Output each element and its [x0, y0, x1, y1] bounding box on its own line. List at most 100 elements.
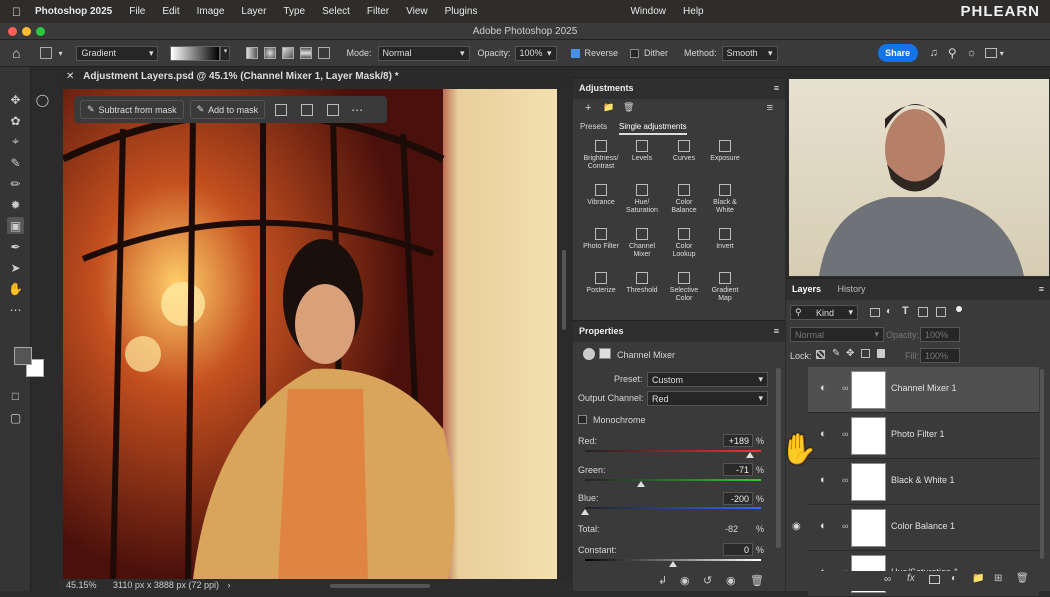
layer-mask-thumbnail[interactable] — [851, 371, 886, 409]
view-previous-icon[interactable]: ◉ — [680, 574, 690, 587]
layer-row[interactable]: ◉ ◐ ∞ Color Balance 1 — [792, 505, 1039, 551]
chevron-right-icon[interactable]: › — [227, 580, 230, 590]
lock-pixels-icon[interactable]: ✎ — [832, 348, 840, 359]
layer-mask-thumbnail[interactable] — [851, 463, 886, 501]
menu-view[interactable]: View — [406, 6, 428, 17]
close-window-button[interactable] — [8, 27, 17, 36]
menu-layer[interactable]: Layer — [241, 6, 266, 17]
filter-adjustment-icon[interactable]: ◐ — [886, 306, 892, 317]
blue-slider-track[interactable] — [585, 507, 761, 509]
green-slider-thumb[interactable] — [637, 481, 646, 487]
zoom-level[interactable]: 45.15% — [66, 580, 97, 590]
radial-gradient-icon[interactable] — [264, 47, 277, 59]
menu-type[interactable]: Type — [283, 6, 305, 17]
tab-history[interactable]: History — [838, 284, 866, 294]
quick-mask-icon[interactable]: □ — [7, 387, 24, 404]
document-canvas[interactable] — [63, 89, 557, 579]
horizontal-scrollbar[interactable] — [330, 584, 430, 588]
menu-edit[interactable]: Edit — [162, 6, 179, 17]
discover-icon[interactable]: ☼ — [967, 47, 977, 59]
trash-icon[interactable]: 🗑 — [623, 102, 634, 113]
search-icon[interactable]: ⚲ — [948, 46, 957, 60]
delete-layer-icon[interactable]: 🗑 — [1016, 573, 1029, 584]
menu-help[interactable]: Help — [683, 6, 704, 17]
minimize-window-button[interactable] — [22, 27, 31, 36]
constant-value-field[interactable]: 0 — [723, 543, 753, 556]
chevron-down-icon[interactable]: ▾ — [58, 49, 62, 58]
mask-icon[interactable] — [599, 348, 611, 359]
layer-filter-dropdown[interactable]: ⚲ Kind ▾ — [790, 305, 858, 320]
layer-mask-thumbnail[interactable] — [851, 417, 886, 455]
mode-dropdown[interactable]: Normal ▾ — [377, 45, 470, 61]
tab-presets[interactable]: Presets — [580, 122, 607, 131]
gradient-tool-icon[interactable]: ▣ — [7, 217, 24, 234]
panel-menu-icon[interactable]: ≡ — [1039, 279, 1044, 300]
folder-icon[interactable]: 📁 — [603, 102, 614, 113]
monochrome-checkbox[interactable] — [578, 415, 587, 424]
screen-mode-icon[interactable]: ▢ — [7, 409, 24, 426]
adjustment-levels[interactable]: Levels — [621, 140, 663, 163]
link-icon[interactable]: ∞ — [842, 383, 848, 393]
layer-row[interactable]: ◐ ∞ Photo Filter 1 — [808, 413, 1039, 459]
menu-plugins[interactable]: Plugins — [445, 6, 478, 17]
adjustment-threshold[interactable]: Threshold — [621, 272, 663, 295]
menu-file[interactable]: File — [129, 6, 145, 17]
adjustment-vibrance[interactable]: Vibrance — [580, 184, 622, 207]
blue-slider-thumb[interactable] — [581, 509, 589, 515]
invert-mask-icon[interactable] — [301, 103, 314, 116]
diamond-gradient-icon[interactable] — [318, 47, 331, 59]
link-icon[interactable]: ∞ — [842, 475, 848, 485]
lasso-tool-icon[interactable]: ✿ — [7, 112, 24, 129]
filter-toggle-icon[interactable] — [956, 306, 962, 312]
new-adjustment-icon[interactable]: ◐ — [951, 573, 957, 584]
lock-all-icon[interactable] — [877, 349, 885, 358]
adjustment-posterize[interactable]: Posterize — [580, 272, 622, 295]
opacity-field[interactable]: 100% ▾ — [514, 45, 557, 61]
zoom-window-button[interactable] — [36, 27, 45, 36]
subtract-from-mask-button[interactable]: ✎ Subtract from mask — [80, 100, 184, 119]
blend-mode-dropdown[interactable]: Normal ▾ — [790, 327, 884, 342]
app-menu[interactable]: Photoshop 2025 — [35, 6, 112, 17]
menu-filter[interactable]: Filter — [367, 6, 389, 17]
vertical-scrollbar[interactable] — [562, 250, 566, 330]
angle-gradient-icon[interactable] — [282, 47, 295, 59]
mask-options-icon[interactable] — [275, 103, 288, 116]
gradient-preset-dropdown[interactable]: Gradient ▾ — [76, 45, 159, 61]
constant-slider-thumb[interactable] — [669, 561, 677, 567]
close-tab-icon[interactable]: ✕ — [66, 71, 74, 82]
blue-value-field[interactable]: -200 — [723, 492, 753, 505]
path-selection-icon[interactable]: ➤ — [7, 259, 24, 276]
list-view-icon[interactable]: ≡ — [767, 102, 773, 114]
tab-single-adjustments[interactable]: Single adjustments — [619, 122, 687, 135]
filter-pixel-icon[interactable] — [870, 308, 880, 317]
gradient-editor-dropdown[interactable]: ▾ — [220, 45, 231, 61]
menu-image[interactable]: Image — [197, 6, 225, 17]
layer-mask-thumbnail[interactable] — [851, 509, 886, 547]
panel-menu-icon[interactable]: ≡ — [774, 78, 779, 99]
clip-to-layer-icon[interactable]: ↲ — [658, 574, 667, 587]
adjustment-color-lookup[interactable]: Color Lookup — [663, 228, 705, 259]
layer-style-icon[interactable]: fx — [907, 573, 915, 584]
lock-artboard-icon[interactable] — [861, 349, 870, 358]
marquee-tool-icon[interactable]: ◯ — [34, 91, 51, 108]
workspace-icon[interactable] — [984, 48, 997, 58]
home-icon[interactable]: ⌂ — [12, 45, 20, 61]
adjustment-hue-saturation[interactable]: Hue/Saturation — [621, 184, 663, 215]
eyedropper-tool-icon[interactable]: ✎ — [7, 154, 24, 171]
eye-icon[interactable]: ◉ — [792, 521, 801, 532]
pen-tool-icon[interactable]: ✒ — [7, 238, 24, 255]
brush-tool-icon[interactable]: ✏ — [7, 175, 24, 192]
link-layers-icon[interactable]: ∞ — [884, 574, 891, 585]
filter-smart-object-icon[interactable] — [936, 307, 946, 317]
more-options-icon[interactable]: ⋯ — [351, 103, 363, 117]
adjustment-exposure[interactable]: Exposure — [704, 140, 746, 163]
red-value-field[interactable]: +189 — [723, 434, 753, 447]
adjustment-black-white[interactable]: Black & White — [704, 184, 746, 215]
menu-window[interactable]: Window — [630, 6, 666, 17]
hand-tool-icon[interactable]: ✋ — [7, 280, 24, 297]
adjustment-invert[interactable]: Invert — [704, 228, 746, 251]
adjustment-gradient-map[interactable]: Gradient Map — [704, 272, 746, 303]
chevron-down-icon[interactable]: ▾ — [1000, 49, 1004, 58]
foreground-color-swatch[interactable] — [14, 347, 32, 365]
gradient-preview[interactable] — [170, 45, 221, 61]
